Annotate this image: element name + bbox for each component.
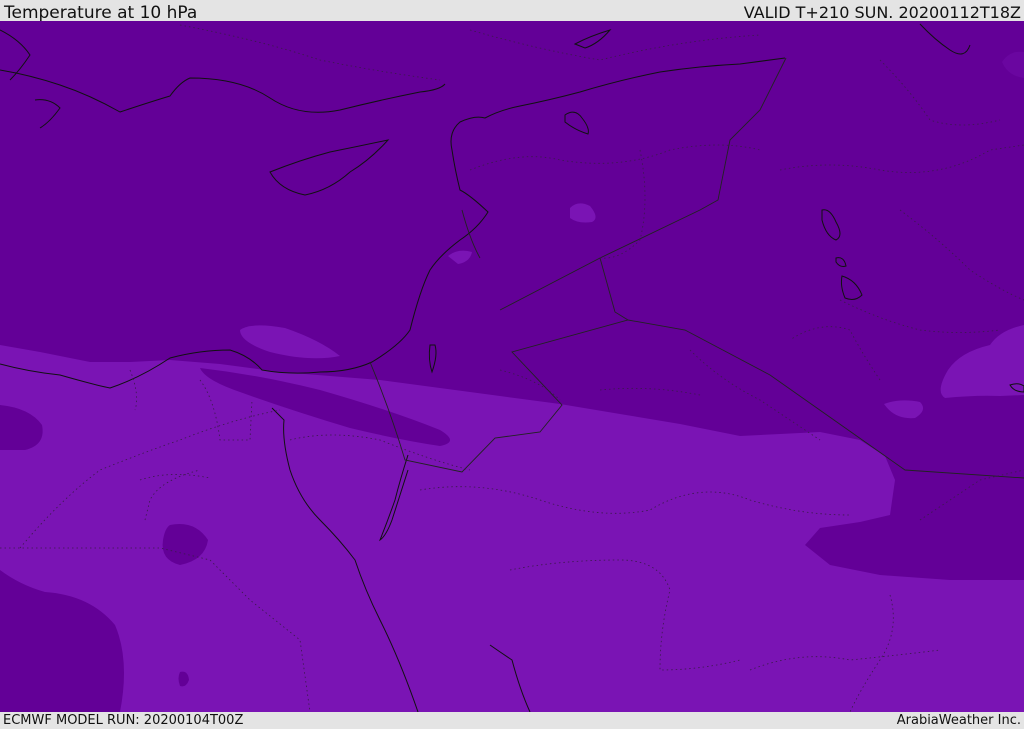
credit-label: ArabiaWeather Inc. [896,713,1021,728]
valid-time-label: VALID T+210 SUN. 20200112T18Z [743,3,1021,22]
model-run-label: ECMWF MODEL RUN: 20200104T00Z [3,713,244,728]
map-canvas [0,21,1024,712]
weather-map[interactable] [0,21,1024,712]
map-title: Temperature at 10 hPa [4,3,198,23]
top-header-bar: Temperature at 10 hPa VALID T+210 SUN. 2… [0,0,1024,23]
bottom-footer-bar: ECMWF MODEL RUN: 20200104T00Z ArabiaWeat… [0,712,1024,729]
